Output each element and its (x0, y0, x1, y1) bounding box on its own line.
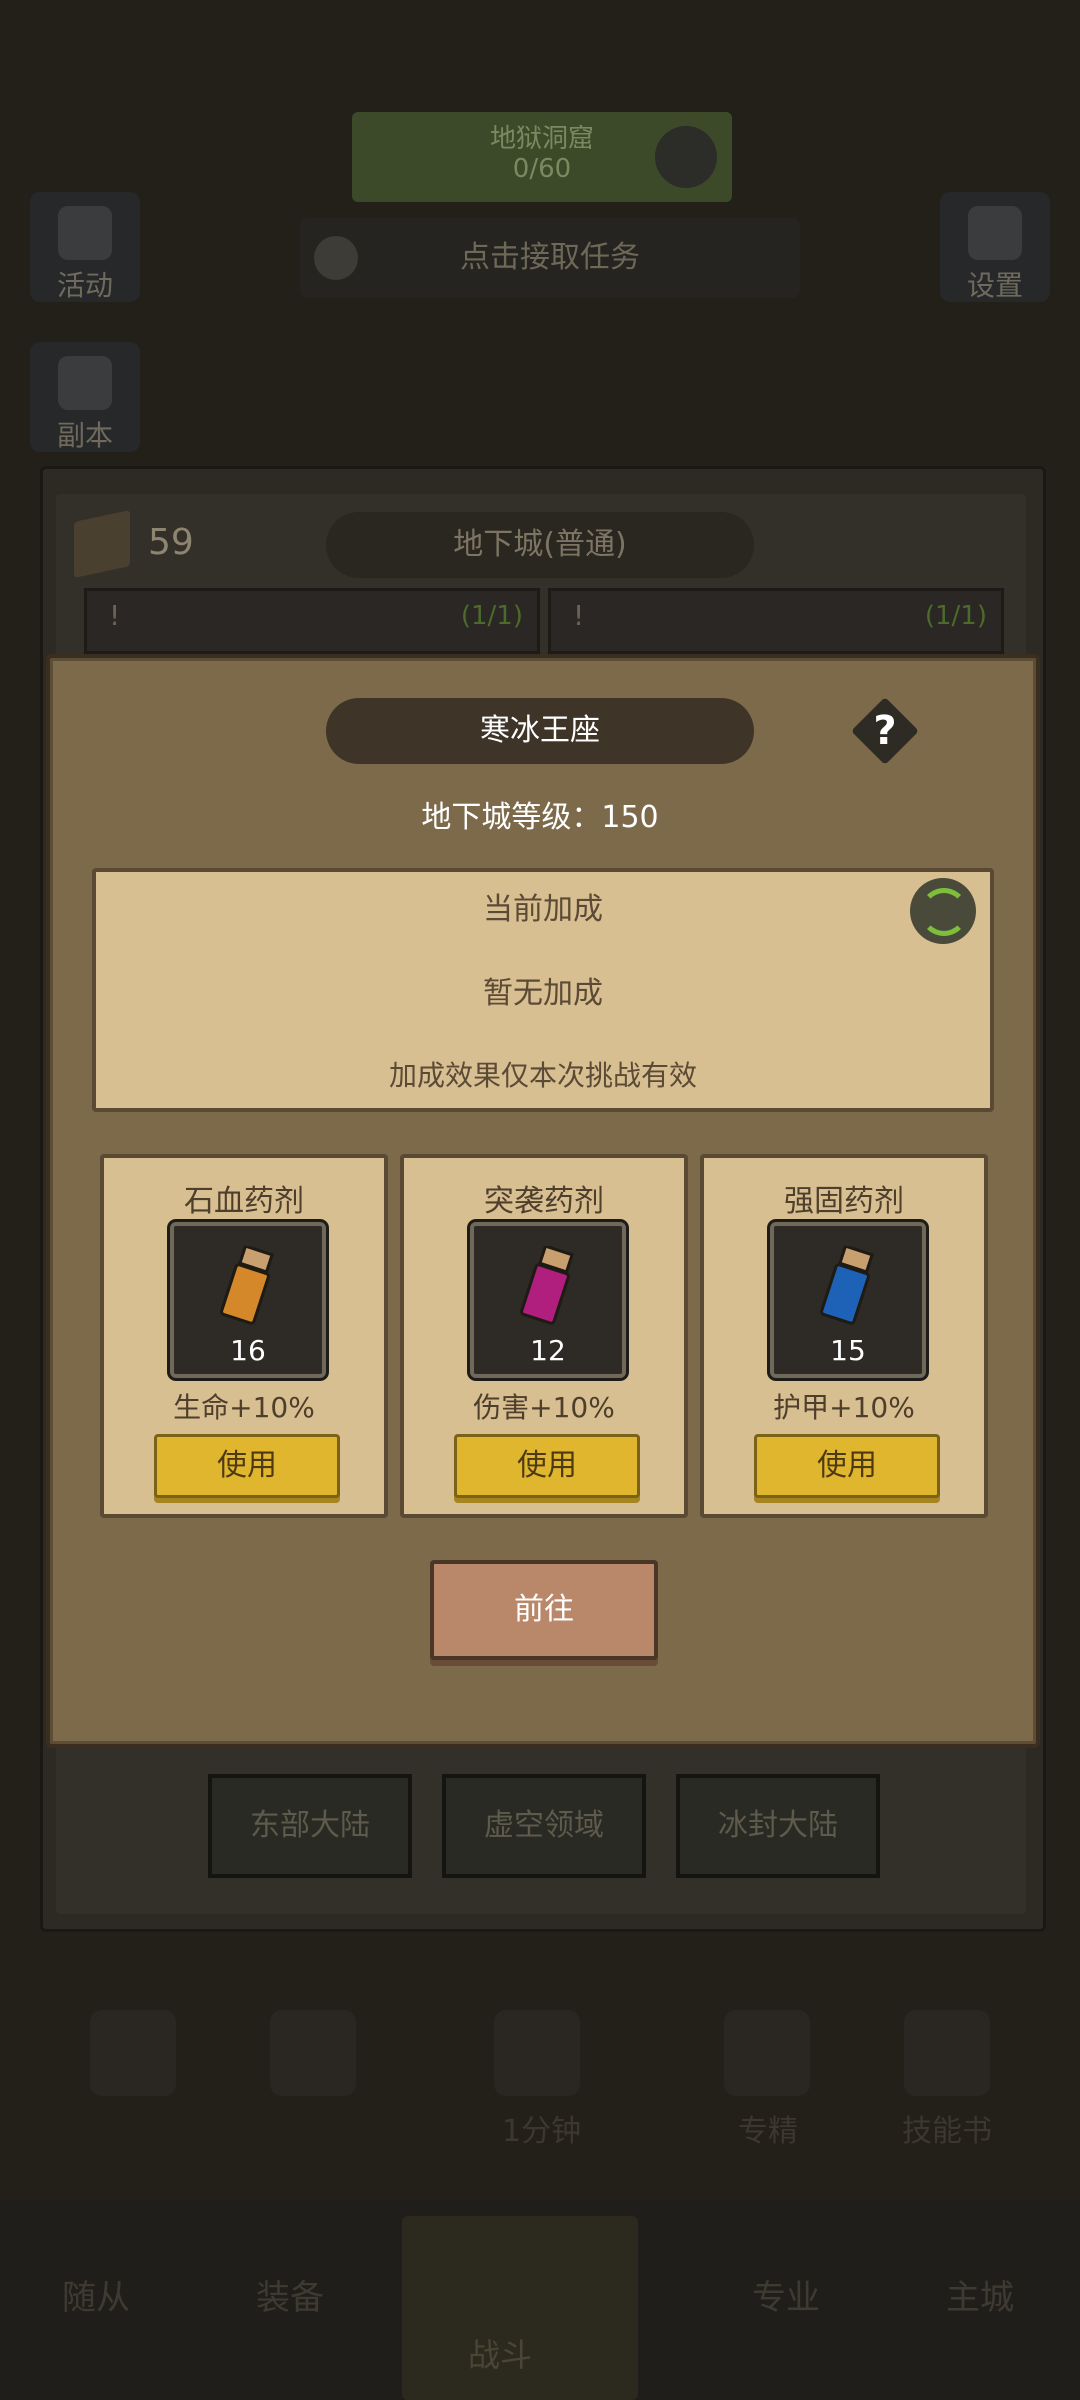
potion-effect: 伤害+10% (473, 1391, 615, 1424)
nav-battle: 战斗 (468, 2336, 533, 2374)
dungeon-title: 地下城(普通) (326, 512, 754, 578)
dungeon-ticket-count: 59 (148, 522, 194, 563)
portal-icon (58, 356, 112, 410)
region-void-domain: 虚空领域 (442, 1774, 646, 1878)
nav-profession: 专业 (752, 2278, 820, 2318)
instance-button: 副本 (30, 342, 140, 452)
timer-label: 1分钟 (502, 2114, 582, 2149)
bonus-note: 加成效果仅本次挑战有效 (388, 1059, 697, 1092)
dungeon-ticket-icon (74, 510, 130, 578)
potion-quantity: 16 (230, 1334, 266, 1367)
go-button[interactable]: 前往 (430, 1560, 658, 1660)
boss-card-alert: ! (109, 599, 121, 632)
potion-bottle-icon (520, 1246, 574, 1325)
task-bar: 点击接取任务 (300, 218, 800, 298)
potion-quantity: 15 (830, 1334, 866, 1367)
potion-bottle-icon (820, 1246, 874, 1325)
skill-book-label: 技能书 (902, 2114, 992, 2149)
expertise-icon (724, 2010, 810, 2096)
potion-effect: 护甲+10% (773, 1391, 915, 1424)
settings-button: 设置 (940, 192, 1050, 302)
potion-name: 突袭药剂 (484, 1184, 604, 1219)
dungeon-level: 地下城等级：150 (421, 800, 659, 835)
forge-icon (270, 2010, 356, 2096)
activity-button: 活动 (30, 192, 140, 302)
boss-card-count: (1/1) (924, 601, 987, 631)
task-label: 点击接取任务 (460, 240, 640, 275)
boss-card-count: (1/1) (460, 601, 523, 631)
boss-card-alert: ! (573, 599, 585, 632)
nav-followers: 随从 (62, 2278, 130, 2318)
potion-slot: 12 (470, 1222, 626, 1378)
shop-icon (90, 2010, 176, 2096)
task-icon (314, 236, 358, 280)
potion-slot: 16 (170, 1222, 326, 1378)
potion-bottle-icon (220, 1246, 274, 1325)
use-assault-button[interactable]: 使用 (454, 1434, 640, 1498)
expertise-label: 专精 (738, 2114, 798, 2149)
refresh-bonus-button[interactable] (910, 878, 976, 944)
potion-name: 强固药剂 (784, 1184, 904, 1219)
banner-refresh-icon (655, 126, 717, 188)
bonus-value: 暂无加成 (483, 976, 603, 1011)
gear-icon (968, 206, 1022, 260)
potion-card-fortify: 强固药剂 15 护甲+10% 使用 (700, 1154, 988, 1518)
potion-card-assault: 突袭药剂 12 伤害+10% 使用 (400, 1154, 688, 1518)
question-icon: ? (873, 708, 897, 754)
nav-equipment: 装备 (256, 2278, 324, 2318)
dialog-title: 寒冰王座 (326, 698, 754, 764)
activity-label: 活动 (56, 269, 113, 302)
potion-card-stoneblood: 石血药剂 16 生命+10% 使用 (100, 1154, 388, 1518)
potion-name: 石血药剂 (184, 1184, 304, 1219)
settings-label: 设置 (966, 269, 1023, 302)
region-east-continent: 东部大陆 (208, 1774, 412, 1878)
boss-card-right: ! (1/1) (548, 588, 1004, 654)
instance-label: 副本 (56, 419, 113, 452)
refresh-icon (920, 888, 968, 936)
bonus-title: 当前加成 (483, 892, 603, 927)
potion-quantity: 12 (530, 1334, 566, 1367)
region-frozen-continent: 冰封大陆 (676, 1774, 880, 1878)
use-fortify-button[interactable]: 使用 (754, 1434, 940, 1498)
potion-slot: 15 (770, 1222, 926, 1378)
help-button[interactable]: ? (851, 697, 919, 765)
star-icon (58, 206, 112, 260)
hero-portrait-icon (494, 2010, 580, 2096)
boss-card-left: ! (1/1) (84, 588, 540, 654)
potion-effect: 生命+10% (173, 1391, 315, 1424)
skill-book-icon (904, 2010, 990, 2096)
nav-main-city: 主城 (946, 2278, 1014, 2318)
use-stoneblood-button[interactable]: 使用 (154, 1434, 340, 1498)
